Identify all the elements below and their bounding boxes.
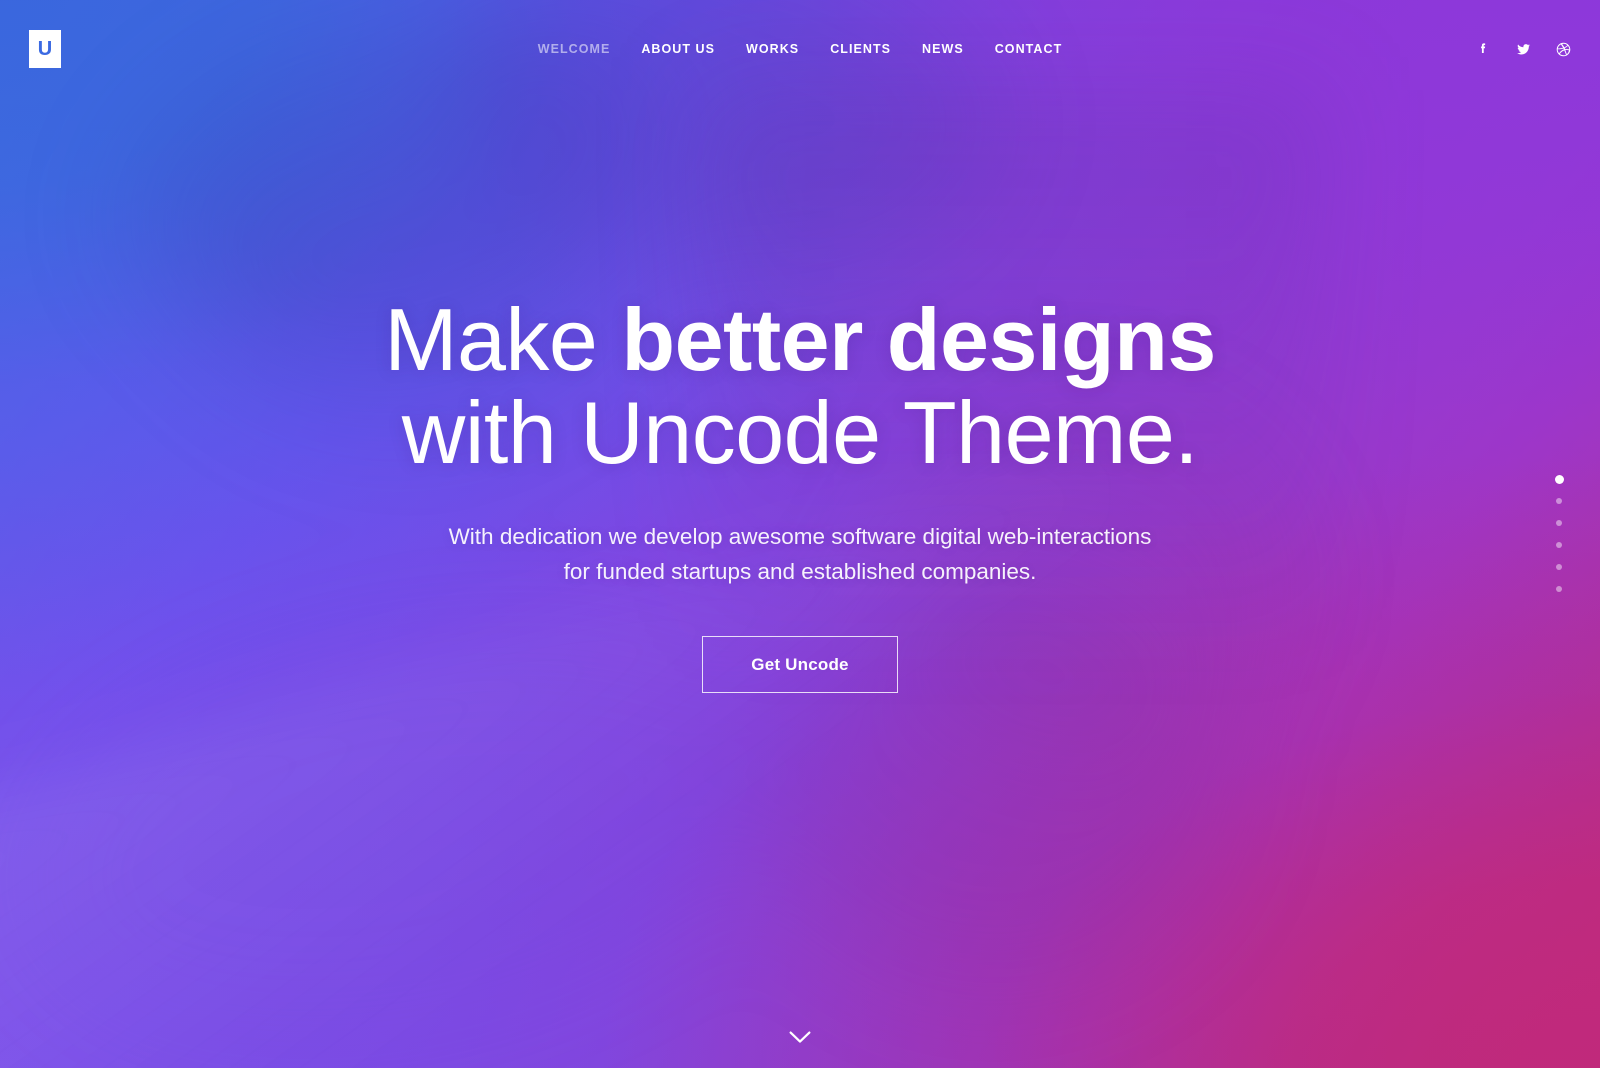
get-uncode-button[interactable]: Get Uncode [702, 636, 898, 694]
dot-icon [1556, 586, 1562, 592]
hero-subheadline: With dedication we develop awesome softw… [449, 519, 1152, 589]
nav-item-about-us[interactable]: ABOUT US [641, 42, 715, 56]
nav-item-news[interactable]: NEWS [922, 42, 964, 56]
headline-line-1: Make better designs [384, 293, 1216, 386]
slider-dot-2[interactable] [1548, 490, 1570, 512]
uncode-logo[interactable]: U [29, 30, 61, 68]
dot-icon [1556, 564, 1562, 570]
slider-dot-1[interactable] [1548, 468, 1570, 490]
dot-icon [1556, 542, 1562, 548]
dribbble-icon[interactable] [1554, 40, 1572, 58]
nav-item-contact[interactable]: CONTACT [995, 42, 1063, 56]
primary-navigation: WELCOME ABOUT US WORKS CLIENTS NEWS CONT… [0, 0, 1600, 98]
headline-line-2: with Uncode Theme. [401, 382, 1199, 482]
social-links [1474, 40, 1572, 58]
headline-bold-part: better designs [621, 289, 1216, 389]
dot-icon [1556, 498, 1562, 504]
hero-section: U WELCOME ABOUT US WORKS CLIENTS NEWS CO… [0, 0, 1600, 1068]
subheadline-line-1: With dedication we develop awesome softw… [448, 524, 1152, 550]
subheadline-line-2: for funded startups and established comp… [563, 559, 1037, 585]
slider-dot-5[interactable] [1548, 556, 1570, 578]
site-header: U WELCOME ABOUT US WORKS CLIENTS NEWS CO… [0, 0, 1600, 98]
facebook-icon[interactable] [1474, 40, 1492, 58]
slider-dot-4[interactable] [1548, 534, 1570, 556]
chevron-down-icon[interactable] [783, 1020, 817, 1054]
headline-light-part: Make [384, 289, 622, 389]
nav-item-welcome[interactable]: WELCOME [538, 42, 611, 56]
dot-icon [1554, 474, 1564, 484]
nav-item-works[interactable]: WORKS [746, 42, 799, 56]
hero-content: Make better designs with Uncode Theme. W… [0, 0, 1600, 1068]
twitter-icon[interactable] [1514, 40, 1532, 58]
slider-dot-3[interactable] [1548, 512, 1570, 534]
slider-dot-6[interactable] [1548, 578, 1570, 600]
nav-item-clients[interactable]: CLIENTS [830, 42, 891, 56]
dot-icon [1556, 520, 1562, 526]
hero-headline: Make better designs with Uncode Theme. [384, 293, 1216, 480]
slider-dot-navigation [1548, 468, 1570, 600]
